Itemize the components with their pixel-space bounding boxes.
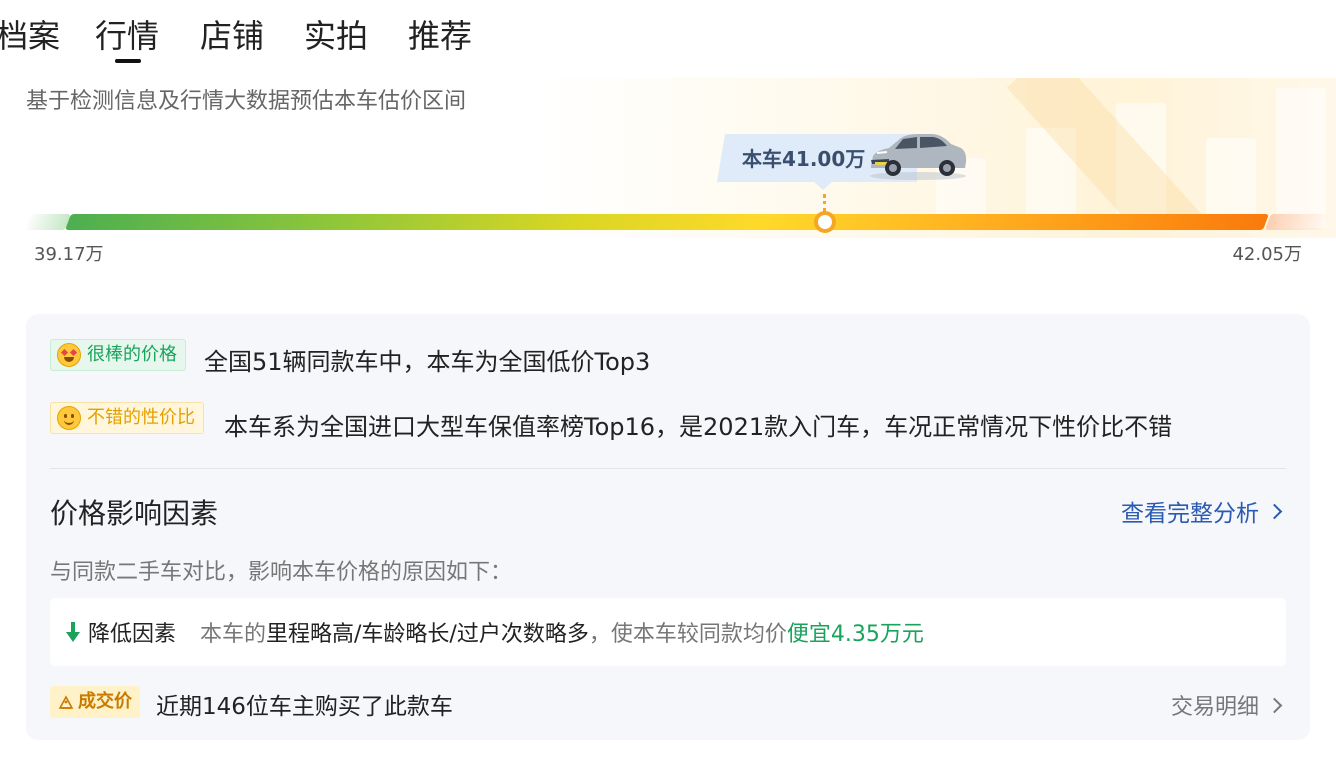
full-analysis-link-label: 查看完整分析 [1121, 501, 1259, 527]
recent-buyers-text: 近期146位车主购买了此款车 [156, 694, 453, 720]
valuation-subtitle: 基于检测信息及行情大数据预估本车估价区间 [26, 89, 467, 114]
tab-photos[interactable]: 实拍 [304, 16, 368, 56]
price-tag-icon [58, 695, 74, 709]
price-bar-fade-right [1265, 214, 1331, 230]
price-factor-item: 降低因素 本车的里程略高/车龄略长/过户次数略多，使本车较同款均价便宜4.35万… [50, 598, 1286, 666]
good-value-badge-label: 不错的性价比 [87, 407, 195, 428]
car-thumbnail-icon [870, 134, 967, 180]
price-range-bar [65, 214, 1269, 230]
price-analysis-card: 很棒的价格 全国51辆同款车中，本车为全国低价Top3 不错的性价比 本车系为全… [26, 314, 1310, 740]
factor-result: 便宜4.35万元 [786, 622, 924, 647]
range-high-label: 42.05万 [1232, 244, 1302, 265]
chevron-right-icon [1266, 503, 1283, 519]
full-analysis-link[interactable]: 查看完整分析 [1121, 494, 1283, 528]
good-value-text: 本车系为全国进口大型车保值率榜Top16，是2021款入门车，车况正常情况下性价… [224, 413, 1173, 441]
price-range-panel: 基于检测信息及行情大数据预估本车估价区间 本车41.00万 39.17万 42.… [0, 78, 1336, 268]
price-factor-description: 本车的里程略高/车龄略长/过户次数略多，使本车较同款均价便宜4.35万元 [200, 616, 924, 648]
great-price-badge: 很棒的价格 [50, 339, 186, 371]
current-price-tooltip: 本车41.00万 [717, 134, 972, 190]
current-price-marker [814, 211, 836, 233]
price-bar-fade-left [25, 214, 71, 230]
current-price-pointer [823, 194, 826, 212]
chart-decoration [916, 78, 1336, 228]
arrow-down-icon [66, 622, 80, 642]
current-price-label: 本车41.00万 [742, 147, 866, 171]
transaction-details-link[interactable]: 交易明细 [1170, 689, 1283, 721]
tab-store[interactable]: 店铺 [200, 16, 264, 56]
price-factors-title: 价格影响因素 [50, 497, 219, 530]
deal-price-badge-label: 成交价 [78, 691, 132, 712]
price-factors-description: 与同款二手车对比，影响本车价格的原因如下： [50, 560, 513, 585]
tab-archive[interactable]: 档案 [0, 16, 60, 56]
range-low-label: 39.17万 [34, 244, 104, 265]
price-factor-label: 降低因素 [88, 622, 177, 647]
chevron-right-icon [1266, 697, 1283, 713]
divider [50, 468, 1286, 469]
transaction-details-link-label: 交易明细 [1170, 695, 1259, 720]
great-price-text: 全国51辆同款车中，本车为全国低价Top3 [204, 348, 651, 376]
deal-price-badge: 成交价 [50, 686, 140, 718]
great-price-badge-label: 很棒的价格 [87, 344, 177, 365]
tab-market[interactable]: 行情 [95, 16, 159, 56]
factor-middle: ，使本车较同款均价 [588, 622, 787, 647]
tab-recommend[interactable]: 推荐 [408, 16, 472, 56]
factor-prefix: 本车的 [200, 622, 267, 647]
top-tab-bar: 档案 行情 店铺 实拍 推荐 [0, 0, 1336, 70]
factor-reasons: 里程略高/车龄略长/过户次数略多 [266, 622, 589, 647]
smile-emoji-icon [57, 406, 81, 430]
good-value-badge: 不错的性价比 [50, 402, 204, 434]
active-tab-indicator [115, 59, 141, 63]
star-struck-emoji-icon [57, 343, 81, 367]
